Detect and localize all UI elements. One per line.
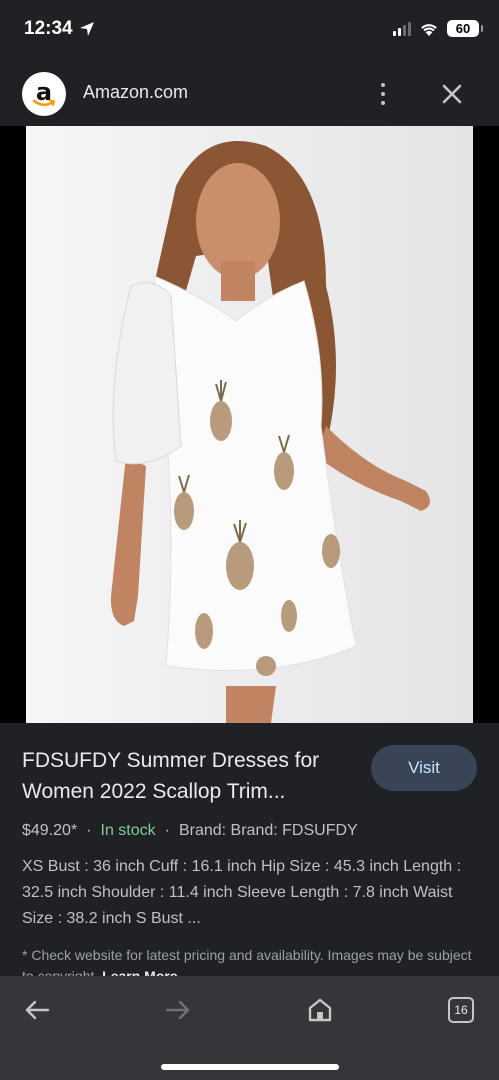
battery-icon: 60 — [447, 20, 483, 37]
dress-illustration — [26, 126, 473, 723]
tab-switcher-icon: 16 — [448, 997, 474, 1023]
tab-switcher-button[interactable]: 16 — [443, 992, 479, 1028]
product-meta: $49.20* · In stock · Brand: Brand: FDSUF… — [22, 822, 358, 840]
forward-button[interactable] — [160, 992, 196, 1028]
image-viewer — [0, 126, 499, 723]
product-description: XS Bust : 36 inch Cuff : 16.1 inch Hip S… — [22, 858, 462, 927]
forward-arrow-icon — [165, 1000, 190, 1020]
close-icon[interactable] — [438, 80, 466, 108]
home-icon — [308, 998, 332, 1022]
separator: · — [86, 822, 92, 839]
status-bar: 12:34 60 — [0, 0, 499, 62]
home-button[interactable] — [302, 992, 338, 1028]
site-header: a Amazon.com — [0, 62, 499, 126]
disclaimer: * Check website for latest pricing and a… — [22, 945, 482, 976]
learn-more-link[interactable]: Learn More — [102, 968, 177, 976]
status-time: 12:34 — [24, 18, 95, 40]
stock-status: In stock — [100, 822, 156, 839]
home-indicator[interactable] — [161, 1064, 339, 1070]
price: $49.20* — [22, 822, 78, 839]
disclaimer-text: * Check website for latest pricing and a… — [22, 947, 472, 976]
brand: Brand: Brand: FDSUFDY — [178, 822, 358, 839]
visit-button[interactable]: Visit — [371, 745, 477, 791]
product-image[interactable] — [26, 126, 473, 723]
location-arrow-icon — [79, 22, 94, 36]
status-icons: 60 — [393, 20, 483, 37]
back-arrow-icon — [25, 1000, 50, 1020]
separator: · — [164, 822, 170, 839]
signal-icon — [393, 21, 411, 36]
more-vert-icon[interactable] — [372, 80, 394, 108]
smile-arrow-icon — [32, 99, 56, 106]
site-name[interactable]: Amazon.com — [83, 82, 188, 103]
site-logo[interactable]: a — [22, 72, 66, 116]
product-title[interactable]: FDSUFDY Summer Dresses for Women 2022 Sc… — [22, 745, 362, 807]
product-details: FDSUFDY Summer Dresses for Women 2022 Sc… — [0, 723, 499, 976]
back-button[interactable] — [19, 992, 55, 1028]
battery-level: 60 — [455, 21, 471, 36]
time-text: 12:34 — [24, 18, 73, 39]
wifi-icon — [421, 23, 437, 36]
